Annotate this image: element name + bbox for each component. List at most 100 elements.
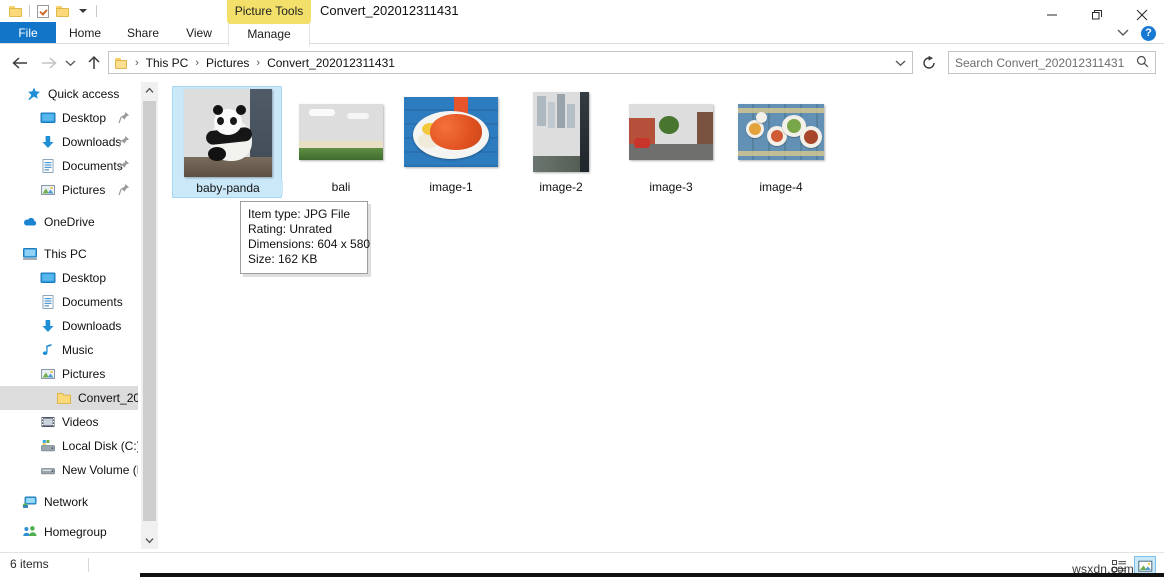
folder-icon — [115, 57, 128, 69]
pictures-icon — [40, 366, 56, 382]
help-icon[interactable]: ? — [1141, 26, 1156, 41]
sidebar-item-onedrive[interactable]: OneDrive — [0, 210, 138, 234]
desktop-icon — [40, 270, 56, 286]
properties-icon[interactable] — [33, 2, 53, 20]
breadcrumb-separator[interactable]: › — [190, 57, 204, 69]
search-input[interactable]: Search Convert_202012311431 — [948, 51, 1156, 74]
breadcrumb-item-this-pc[interactable]: This PC — [144, 56, 191, 70]
sidebar-item-music[interactable]: Music — [0, 338, 138, 362]
hard-drive-icon — [40, 462, 56, 478]
address-bar: › This PC › Pictures › Convert_202012311… — [0, 48, 1164, 78]
sidebar-item-desktop-pc[interactable]: Desktop — [0, 266, 138, 290]
hard-drive-icon — [40, 438, 56, 454]
tab-home[interactable]: Home — [62, 22, 108, 44]
sidebar-item-label: Pictures — [62, 367, 105, 381]
sidebar-item-this-pc[interactable]: This PC — [0, 242, 138, 266]
navigation-scrollbar[interactable] — [140, 82, 158, 549]
search-placeholder: Search Convert_202012311431 — [955, 56, 1136, 70]
sidebar-item-videos[interactable]: Videos — [0, 410, 138, 434]
sidebar-item-convert-folder[interactable]: Convert_20201 — [0, 386, 138, 410]
sidebar-item-documents[interactable]: Documents — [0, 154, 138, 178]
sidebar-item-label: This PC — [44, 247, 87, 261]
tab-view[interactable]: View — [178, 22, 220, 44]
search-icon[interactable] — [1136, 55, 1149, 71]
breadcrumb-item-pictures[interactable]: Pictures — [204, 56, 251, 70]
tooltip-item-type: Item type: JPG File — [248, 207, 360, 222]
file-info-tooltip: Item type: JPG File Rating: Unrated Dime… — [240, 201, 368, 274]
forward-button — [36, 51, 60, 75]
scroll-up-arrow-icon[interactable] — [141, 82, 158, 99]
file-item[interactable]: image-1 — [396, 86, 506, 198]
file-list-view[interactable]: baby-panda bali image-1 — [158, 82, 1164, 549]
videos-icon — [40, 414, 56, 430]
folder-icon — [56, 390, 72, 406]
file-item[interactable]: bali — [286, 86, 396, 198]
tab-file[interactable]: File — [0, 22, 56, 44]
tab-manage[interactable]: Manage — [228, 22, 310, 46]
image-thumbnail-street — [629, 104, 713, 160]
chevron-down-icon[interactable] — [1117, 26, 1129, 40]
network-icon — [22, 494, 38, 510]
thumbnail — [396, 86, 506, 178]
spacer — [0, 234, 138, 242]
navigation-pane[interactable]: Quick access Desktop — [0, 82, 138, 549]
sidebar-item-desktop[interactable]: Desktop — [0, 106, 138, 130]
onedrive-cloud-icon — [22, 214, 38, 230]
breadcrumb[interactable]: › This PC › Pictures › Convert_202012311… — [108, 51, 913, 74]
scroll-down-arrow-icon[interactable] — [141, 532, 158, 549]
pin-icon[interactable] — [118, 183, 130, 196]
quick-access-toolbar — [6, 2, 100, 20]
tab-share[interactable]: Share — [120, 22, 166, 44]
sidebar-item-label: Quick access — [48, 87, 119, 101]
sidebar-item-downloads[interactable]: Downloads — [0, 130, 138, 154]
breadcrumb-separator[interactable]: › — [251, 57, 265, 69]
sidebar-item-pictures[interactable]: Pictures — [0, 178, 138, 202]
sidebar-item-label: Pictures — [62, 183, 105, 197]
sidebar-item-local-disk-c[interactable]: Local Disk (C:) — [0, 434, 138, 458]
sidebar-item-new-volume-e[interactable]: New Volume (E:) — [0, 458, 138, 482]
chevron-down-icon[interactable] — [895, 56, 906, 70]
up-button[interactable] — [82, 51, 106, 75]
sidebar-item-homegroup[interactable]: Homegroup — [0, 520, 138, 544]
refresh-button[interactable] — [918, 51, 940, 74]
item-count: 6 items — [10, 557, 49, 571]
sidebar-item-label: Homegroup — [44, 525, 107, 539]
file-name: image-1 — [396, 180, 506, 194]
folder-icon[interactable] — [6, 2, 26, 20]
chevron-down-icon[interactable] — [73, 2, 93, 20]
sidebar-item-network[interactable]: Network — [0, 490, 138, 514]
scrollbar-thumb[interactable] — [143, 101, 156, 521]
tooltip-dimensions: Dimensions: 604 x 580 — [248, 237, 360, 252]
pin-icon[interactable] — [118, 159, 130, 172]
title-bar: Picture Tools Convert_202012311431 — [0, 0, 1164, 22]
this-pc-icon — [22, 246, 38, 262]
thumbnail — [173, 87, 283, 179]
sidebar-item-quick-access[interactable]: Quick access — [0, 82, 138, 106]
file-item[interactable]: baby-panda — [172, 86, 282, 198]
desktop-icon — [40, 110, 56, 126]
sidebar-item-label: Network — [44, 495, 88, 509]
sidebar-item-label: Downloads — [62, 319, 121, 333]
recent-locations-icon[interactable] — [62, 51, 78, 75]
star-pin-icon — [26, 86, 42, 102]
divider — [88, 558, 89, 572]
new-folder-icon[interactable] — [53, 2, 73, 20]
sidebar-item-label: New Volume (E:) — [62, 463, 138, 477]
file-item[interactable]: image-2 — [506, 86, 616, 198]
pin-icon[interactable] — [118, 135, 130, 148]
download-arrow-icon — [40, 134, 56, 150]
pin-icon[interactable] — [118, 111, 130, 124]
breadcrumb-item-current[interactable]: Convert_202012311431 — [265, 56, 397, 70]
sidebar-item-pictures-pc[interactable]: Pictures — [0, 362, 138, 386]
sidebar-item-label: Desktop — [62, 271, 106, 285]
taskbar-strip — [0, 573, 1164, 577]
file-name: bali — [286, 180, 396, 194]
image-thumbnail-cityscape — [533, 92, 589, 172]
file-item[interactable]: image-3 — [616, 86, 726, 198]
file-item[interactable]: image-4 — [726, 86, 836, 198]
back-button[interactable] — [8, 51, 32, 75]
thumbnail — [616, 86, 726, 178]
sidebar-item-documents-pc[interactable]: Documents — [0, 290, 138, 314]
sidebar-item-label: Downloads — [62, 135, 121, 149]
sidebar-item-downloads-pc[interactable]: Downloads — [0, 314, 138, 338]
